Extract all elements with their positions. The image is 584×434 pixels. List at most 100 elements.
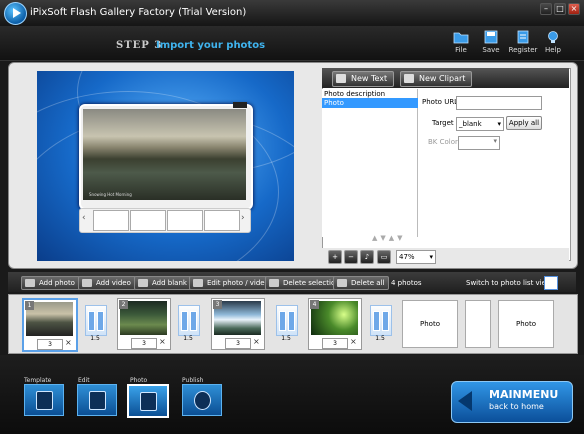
- transition-placeholder[interactable]: [465, 300, 491, 348]
- transition-duration[interactable]: 1.5: [276, 335, 296, 342]
- back-arrow-icon: [458, 391, 472, 411]
- delete-photo-icon[interactable]: ×: [159, 337, 166, 346]
- file-button[interactable]: File: [446, 30, 476, 58]
- apply-all-button[interactable]: Apply all: [506, 116, 542, 130]
- main-menu-title: MAINMENU: [489, 388, 559, 401]
- preview-thumbnail[interactable]: [204, 210, 240, 231]
- help-label: Help: [545, 46, 561, 54]
- preview-thumbnail[interactable]: [167, 210, 203, 231]
- folder-icon: [453, 32, 469, 44]
- layer-order-controls[interactable]: ▲▼▲▼: [372, 234, 406, 242]
- save-label: Save: [482, 46, 500, 54]
- edit-icon: [193, 279, 203, 287]
- chevron-down-icon: ▾: [493, 137, 497, 145]
- transition-effect[interactable]: [178, 305, 200, 336]
- transition-effect[interactable]: [276, 305, 298, 336]
- bk-color-label: BK Color: [428, 138, 458, 146]
- layer-item-photo[interactable]: Photo: [322, 98, 418, 108]
- delete-selection-label: Delete selection: [283, 279, 340, 287]
- delete-icon: [269, 279, 279, 287]
- add-video-label: Add video: [96, 279, 131, 287]
- window-title: iPixSoft Flash Gallery Factory (Trial Ve…: [30, 7, 247, 18]
- delete-photo-icon[interactable]: ×: [65, 338, 72, 347]
- step-tab-template[interactable]: [24, 384, 64, 416]
- zoom-select[interactable]: 47% ▾: [396, 250, 436, 264]
- bk-color-picker[interactable]: ▾: [458, 136, 500, 150]
- transition-effect[interactable]: [85, 305, 107, 336]
- transition-effect[interactable]: [370, 305, 392, 336]
- photo-card[interactable]: 2 3 ×: [117, 298, 171, 350]
- delete-photo-icon[interactable]: ×: [253, 337, 260, 346]
- save-button[interactable]: Save: [476, 30, 506, 58]
- sound-icon[interactable]: ♪: [360, 250, 374, 264]
- register-button[interactable]: Register: [508, 30, 538, 58]
- chevron-right-icon[interactable]: ›: [241, 213, 245, 223]
- blank-icon: [138, 279, 148, 287]
- current-slide-marker: [147, 343, 155, 348]
- photo-placeholder[interactable]: Photo: [498, 300, 554, 348]
- delete-photo-icon[interactable]: ×: [350, 337, 357, 346]
- photo-icon: [25, 279, 35, 287]
- transition-duration[interactable]: 1.5: [370, 335, 390, 342]
- new-text-button[interactable]: New Text: [332, 71, 395, 87]
- switch-view-link[interactable]: Switch to photo list view: [466, 279, 552, 287]
- add-photo-button[interactable]: Add photo: [21, 276, 80, 290]
- photo-number: 1: [25, 301, 34, 310]
- minimize-button[interactable]: –: [540, 3, 552, 15]
- edit-icon: [89, 391, 106, 410]
- preview-thumbnail[interactable]: [130, 210, 166, 231]
- new-text-label: New Text: [351, 74, 388, 83]
- photo-card[interactable]: 4 3 ×: [308, 298, 362, 350]
- new-clipart-label: New Clipart: [419, 74, 466, 83]
- new-clipart-button[interactable]: New Clipart: [400, 71, 473, 87]
- main-menu-subtitle: back to home: [489, 402, 544, 411]
- add-video-button[interactable]: Add video: [78, 276, 136, 290]
- add-blank-label: Add blank: [152, 279, 187, 287]
- target-value: _blank: [459, 120, 482, 128]
- step-tab-edit[interactable]: [77, 384, 117, 416]
- zoom-in-icon[interactable]: +: [328, 250, 342, 264]
- preview-photo: [83, 109, 246, 200]
- chevron-down-icon: ▾: [429, 253, 433, 261]
- edit-photo-video-label: Edit photo / video: [207, 279, 269, 287]
- photo-duration[interactable]: 3: [37, 339, 63, 350]
- add-blank-button[interactable]: Add blank: [134, 276, 192, 290]
- photo-placeholder[interactable]: Photo: [402, 300, 458, 348]
- add-photo-label: Add photo: [39, 279, 75, 287]
- photo-number: 2: [119, 300, 128, 309]
- transition-duration[interactable]: 1.5: [85, 335, 105, 342]
- zoom-value: 47%: [399, 253, 415, 261]
- preview-caption: Snowing Hot Morning: [89, 192, 132, 197]
- photo-card[interactable]: 1 3 ×: [22, 298, 78, 352]
- photo-card[interactable]: 3 3 ×: [211, 298, 265, 350]
- template-icon: [36, 391, 53, 410]
- step-tab-publish[interactable]: [182, 384, 222, 416]
- fit-icon[interactable]: ▭: [377, 250, 391, 264]
- photo-duration[interactable]: 3: [322, 338, 348, 349]
- step-title: Import your photos: [156, 40, 266, 51]
- photo-number: 3: [213, 300, 222, 309]
- list-view-icon[interactable]: [544, 276, 558, 290]
- photo-icon: [140, 392, 157, 411]
- register-label: Register: [508, 46, 538, 54]
- photo-count: 4 photos: [391, 279, 422, 287]
- zoom-out-icon[interactable]: −: [344, 250, 358, 264]
- photo-number: 4: [310, 300, 319, 309]
- transition-duration[interactable]: 1.5: [178, 335, 198, 342]
- target-select[interactable]: _blank ▾: [456, 117, 504, 131]
- delete-all-label: Delete all: [351, 279, 385, 287]
- step-tab-photo[interactable]: [127, 384, 169, 418]
- close-button[interactable]: ×: [568, 3, 580, 15]
- photo-url-input[interactable]: [456, 96, 542, 110]
- help-button[interactable]: Help: [538, 30, 568, 58]
- publish-icon: [194, 391, 211, 410]
- preview-controls[interactable]: [233, 102, 247, 108]
- video-icon: [82, 279, 92, 287]
- preview-thumbnail[interactable]: [93, 210, 129, 231]
- photo-duration[interactable]: 3: [225, 338, 251, 349]
- file-label: File: [455, 46, 467, 54]
- edit-photo-video-button[interactable]: Edit photo / video: [189, 276, 274, 290]
- chevron-left-icon[interactable]: ‹: [82, 213, 86, 223]
- delete-all-button[interactable]: Delete all: [333, 276, 390, 290]
- maximize-button[interactable]: □: [554, 3, 566, 15]
